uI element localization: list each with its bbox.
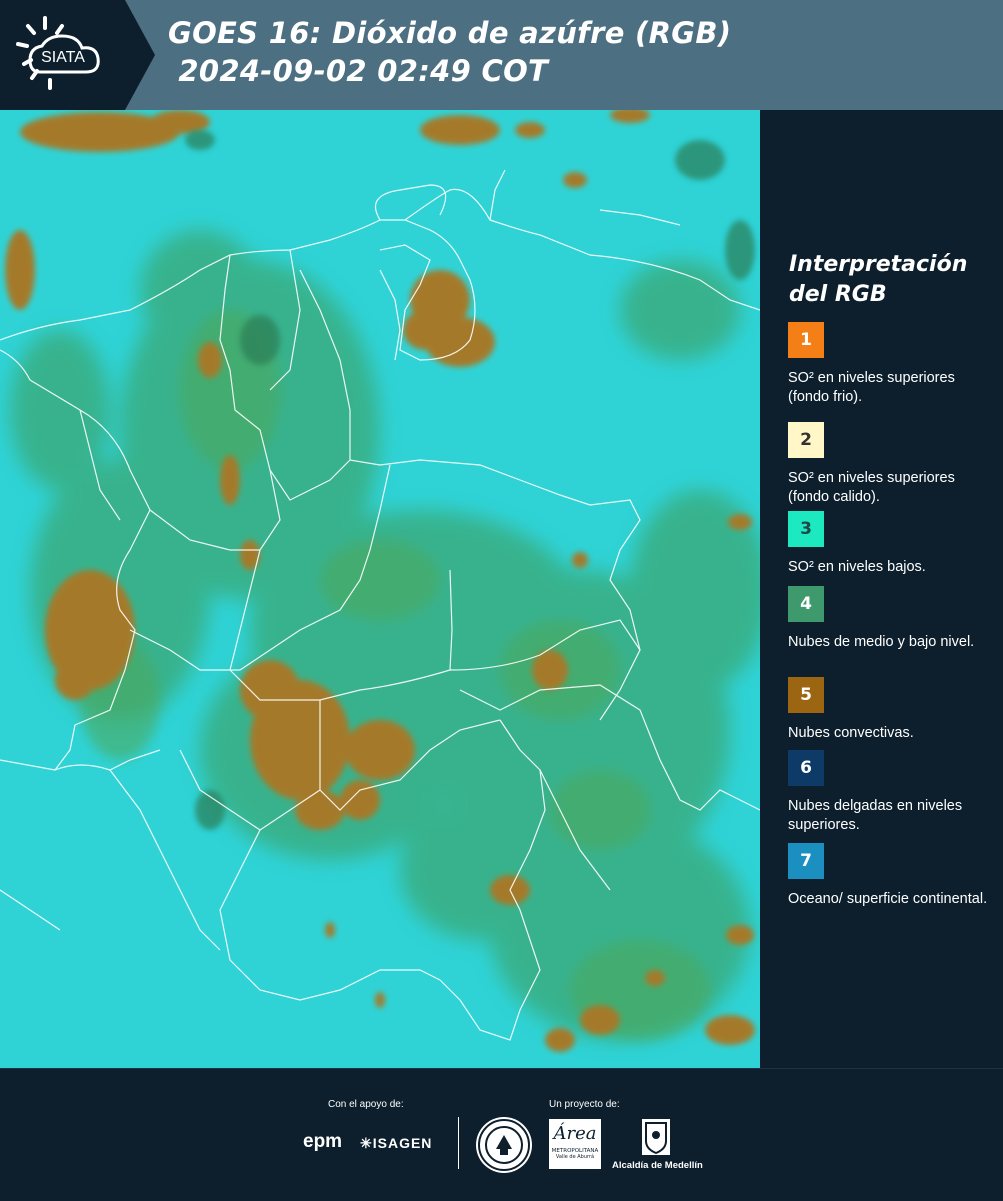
area-text: Área [553,1123,597,1144]
sun-icon: SIATA [16,16,100,90]
legend-item: 4 Nubes de medio y bajo nivel. [788,586,988,652]
logo-text: SIATA [41,49,85,66]
legend-text: SO² en niveles superiores (fondo calido)… [788,470,955,505]
alcaldia-shield-icon [642,1119,670,1155]
epm-logo: epm [303,1131,343,1152]
legend-item: 6 Nubes delgadas en niveles superiores. [788,750,988,835]
legend-item: 2 SO² en niveles superiores (fondo calido… [788,422,988,507]
legend-title-line-1: Interpretación [789,252,968,277]
area-sub2: Valle de Aburrá [555,1154,595,1160]
legend-swatch: 7 [788,843,824,879]
support-label: Con el apoyo de: [328,1099,404,1110]
legend-swatch: 3 [788,511,824,547]
legend-text: SO² en niveles superiores (fondo frio). [788,370,955,405]
satellite-map [0,110,760,1068]
legend-text: SO² en niveles bajos. [788,559,926,575]
title-line-2: 2024-09-02 02:49 COT [168,54,549,88]
legend-item: 7 Oceano/ superficie continental. [788,843,988,909]
legend-text: Nubes convectivas. [788,725,914,741]
header-bar: SIATA GOES 16: Dióxido de azúfre (RGB) 2… [0,0,1003,110]
legend-text: Nubes delgadas en niveles superiores. [788,798,963,833]
isagen-icon: ✳ [360,1135,373,1151]
title-line-1: GOES 16: Dióxido de azúfre (RGB) [168,16,732,50]
isagen-text: ISAGEN [372,1135,433,1151]
legend-swatch: 5 [788,677,824,713]
legend-title: Interpretación del RGB [789,250,967,310]
legend-swatch: 4 [788,586,824,622]
legend-title-line-2: del RGB [789,282,887,307]
legend-item: 1 SO² en niveles superiores (fondo frio). [788,322,988,407]
alcaldia-text: Alcaldía de Medellín [612,1160,703,1171]
footer: Con el apoyo de: Un proyecto de: epm ✳IS… [0,1068,1003,1201]
legend-swatch: 6 [788,750,824,786]
siata-logo: SIATA [0,0,155,110]
project-label: Un proyecto de: [549,1099,620,1110]
legend-text: Oceano/ superficie continental. [788,891,988,907]
footer-divider [458,1117,459,1169]
area-metropolitana-logo: Área METROPOLITANA Valle de Aburrá [549,1119,601,1169]
medellin-seal-icon [478,1119,530,1171]
legend-swatch: 2 [788,422,824,458]
legend-item: 3 SO² en niveles bajos. [788,511,988,577]
legend-swatch: 1 [788,322,824,358]
page-title: GOES 16: Dióxido de azúfre (RGB) 2024-09… [168,14,731,90]
legend-panel: Interpretación del RGB 1 SO² en niveles s… [760,110,1003,1068]
legend-text: Nubes de medio y bajo nivel. [788,634,975,650]
legend-item: 5 Nubes convectivas. [788,677,988,743]
isagen-logo: ✳ISAGEN [360,1135,432,1152]
satellite-image [0,110,760,1068]
